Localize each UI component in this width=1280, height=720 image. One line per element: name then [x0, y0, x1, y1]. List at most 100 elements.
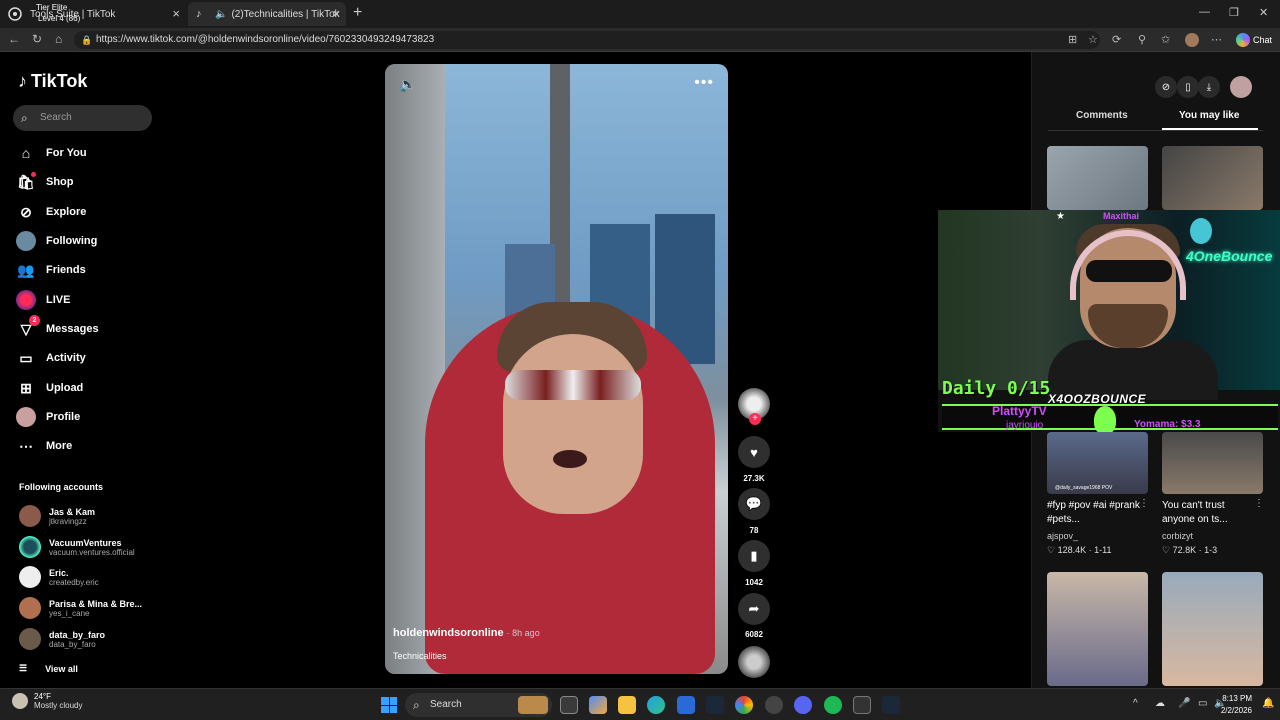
tab-technicalities[interactable]: ♪ 🔈 (2)Technicalities | TikTok × [188, 2, 346, 26]
user-avatar[interactable] [1230, 76, 1252, 98]
card-menu-icon[interactable]: ⋮ [1254, 498, 1264, 509]
settings-more-icon[interactable]: ⋯ [1211, 33, 1222, 46]
refresh-icon[interactable]: ↻ [32, 32, 42, 46]
video-thumbnail[interactable]: @daily_savage1968 POV [1047, 432, 1148, 494]
weather-widget[interactable]: 24°F Mostly cloudy [12, 692, 82, 710]
following-account[interactable]: Parisa & Mina & Bre... yes_i_cane [19, 597, 142, 619]
following-account[interactable]: VacuumVentures vacuum.ventures.official [19, 536, 135, 558]
comment-button[interactable]: 💬 [738, 488, 770, 520]
start-button[interactable] [381, 697, 397, 713]
show-hidden-icons-icon[interactable]: ^ [1133, 698, 1138, 709]
search-input[interactable]: ⌕ Search [13, 105, 152, 131]
video-author[interactable]: holdenwindsoronline · 8h ago [393, 627, 540, 639]
card-stats: ♡ 128.4K · 1-11 [1047, 545, 1112, 555]
tab-you-may-like[interactable]: You may like [1179, 110, 1239, 121]
video-thumbnail[interactable] [1047, 146, 1148, 210]
favorite-star-icon[interactable]: ☆ [1088, 33, 1098, 46]
extensions-icon[interactable]: ⚲ [1138, 33, 1146, 46]
neon-sign: 4OneBounce [1186, 248, 1273, 264]
chrome-icon[interactable] [735, 696, 753, 714]
video-thumbnail[interactable] [1162, 146, 1263, 210]
restore-icon[interactable]: ❐ [1229, 6, 1239, 19]
card-menu-icon[interactable]: ⋮ [1139, 498, 1149, 509]
obs-icon[interactable] [765, 696, 783, 714]
video-thumbnail[interactable] [1162, 572, 1263, 686]
app-available-icon[interactable]: ⊞ [1068, 33, 1077, 46]
nav-shop[interactable]: 🛍 Shop [16, 171, 74, 193]
network-cloud-icon[interactable]: ☁ [1155, 698, 1165, 709]
following-account[interactable]: Jas & Kam jtkravingzz [19, 505, 95, 527]
task-view-icon[interactable] [560, 696, 578, 714]
browser-profile-avatar[interactable] [1185, 33, 1199, 47]
close-tab-icon[interactable]: × [332, 6, 340, 21]
more-options-icon[interactable]: ••• [694, 74, 714, 92]
nav-for-you[interactable]: ⌂ For You [16, 142, 87, 164]
video-player[interactable]: 🔈 ••• holdenwindsoronline · 8h ago Techn… [385, 64, 728, 674]
card-author[interactable]: corbizyt [1162, 531, 1193, 541]
tiktok-logo[interactable]: ♪ TikTok [18, 71, 87, 92]
address-bar[interactable]: 🔒 https://www.tiktok.com/@holdenwindsoro… [74, 31, 1100, 49]
discord-icon[interactable] [794, 696, 812, 714]
nav-upload[interactable]: ⊞ Upload [16, 377, 83, 399]
home-icon[interactable]: ⌂ [55, 32, 62, 46]
author-name: holdenwindsoronline [393, 627, 504, 639]
steam-icon[interactable] [706, 696, 724, 714]
like-button[interactable]: ♥ [738, 436, 770, 468]
card-title[interactable]: You can't trust anyone on ts... [1162, 499, 1258, 527]
spotify-icon[interactable] [824, 696, 842, 714]
file-explorer-icon[interactable] [618, 696, 636, 714]
account-name: VacuumVentures [49, 537, 122, 548]
steam-window-icon[interactable] [882, 696, 900, 714]
notification-bell-icon[interactable]: 🔔 [1262, 698, 1274, 709]
compass-icon[interactable]: ⊘ [1155, 76, 1177, 98]
view-all-button[interactable]: ☰ View all [19, 663, 78, 674]
video-thumbnail[interactable] [1047, 572, 1148, 686]
follow-plus-icon[interactable]: + [749, 413, 761, 425]
nav-live[interactable]: LIVE [16, 289, 70, 311]
edge-icon[interactable] [647, 696, 665, 714]
copilot-chat-button[interactable]: Chat [1235, 31, 1272, 49]
following-account[interactable]: data_by_faro data_by_faro [19, 628, 105, 650]
following-account[interactable]: Eric. createdby.eric [19, 566, 99, 588]
nav-profile[interactable]: Profile [16, 406, 80, 428]
tab-comments[interactable]: Comments [1076, 110, 1128, 121]
speaker-icon[interactable]: 🔈 [215, 9, 227, 20]
app-icon[interactable] [853, 696, 871, 714]
save-count: 1042 [745, 578, 763, 587]
tab-tools-suite[interactable]: Tools Suite | TikTok Tier Elite Level 4 … [0, 2, 186, 26]
chat-label: Chat [1252, 35, 1272, 45]
phone-icon[interactable]: ▯ [1177, 76, 1199, 98]
share-button[interactable]: ➦ [738, 593, 770, 625]
back-icon[interactable]: ← [8, 32, 20, 46]
nav-friends[interactable]: 👥 Friends [16, 259, 85, 281]
donation-label: Yomama: $3.3 [1134, 419, 1201, 430]
close-tab-icon[interactable]: × [172, 6, 180, 21]
nav-following[interactable]: Following [16, 230, 97, 252]
view-count: 72.8K [1172, 545, 1197, 555]
card-author[interactable]: ajspov_ [1047, 531, 1078, 541]
tier-label: Tier Elite [36, 3, 68, 12]
save-button[interactable]: ▮ [738, 540, 770, 572]
close-window-icon[interactable]: ✕ [1259, 6, 1268, 19]
microphone-icon[interactable]: 🎤 [1178, 698, 1190, 709]
favorites-icon[interactable]: ✩ [1161, 33, 1170, 46]
video-thumbnail[interactable] [1162, 432, 1263, 494]
navigation-bar: ← ↻ ⌂ 🔒 https://www.tiktok.com/@holdenwi… [0, 28, 1280, 52]
nav-more[interactable]: ⋯ More [16, 435, 72, 457]
nav-activity[interactable]: ▭ Activity [16, 347, 85, 369]
card-title[interactable]: #fyp #pov #ai #prank #pets... [1047, 499, 1143, 527]
extension-icon[interactable]: ⟳ [1112, 33, 1121, 46]
search-highlight-icon[interactable] [518, 696, 548, 714]
display-icon[interactable]: ▭ [1198, 698, 1207, 709]
download-icon[interactable]: ⤓ [1198, 76, 1220, 98]
clock[interactable]: 8:13 PM 2/2/2026 [1221, 693, 1252, 717]
copilot-app-icon[interactable] [589, 696, 607, 714]
nav-messages[interactable]: ▽ 2 Messages [16, 315, 99, 340]
minimize-icon[interactable]: — [1199, 6, 1210, 18]
nav-explore[interactable]: ⊘ Explore [16, 201, 86, 223]
heart-icon: ♥ [750, 444, 758, 460]
music-disc-icon[interactable] [738, 646, 770, 678]
store-icon[interactable] [677, 696, 695, 714]
new-tab-icon[interactable]: + [353, 4, 362, 22]
volume-icon[interactable]: 🔈 [399, 76, 416, 93]
